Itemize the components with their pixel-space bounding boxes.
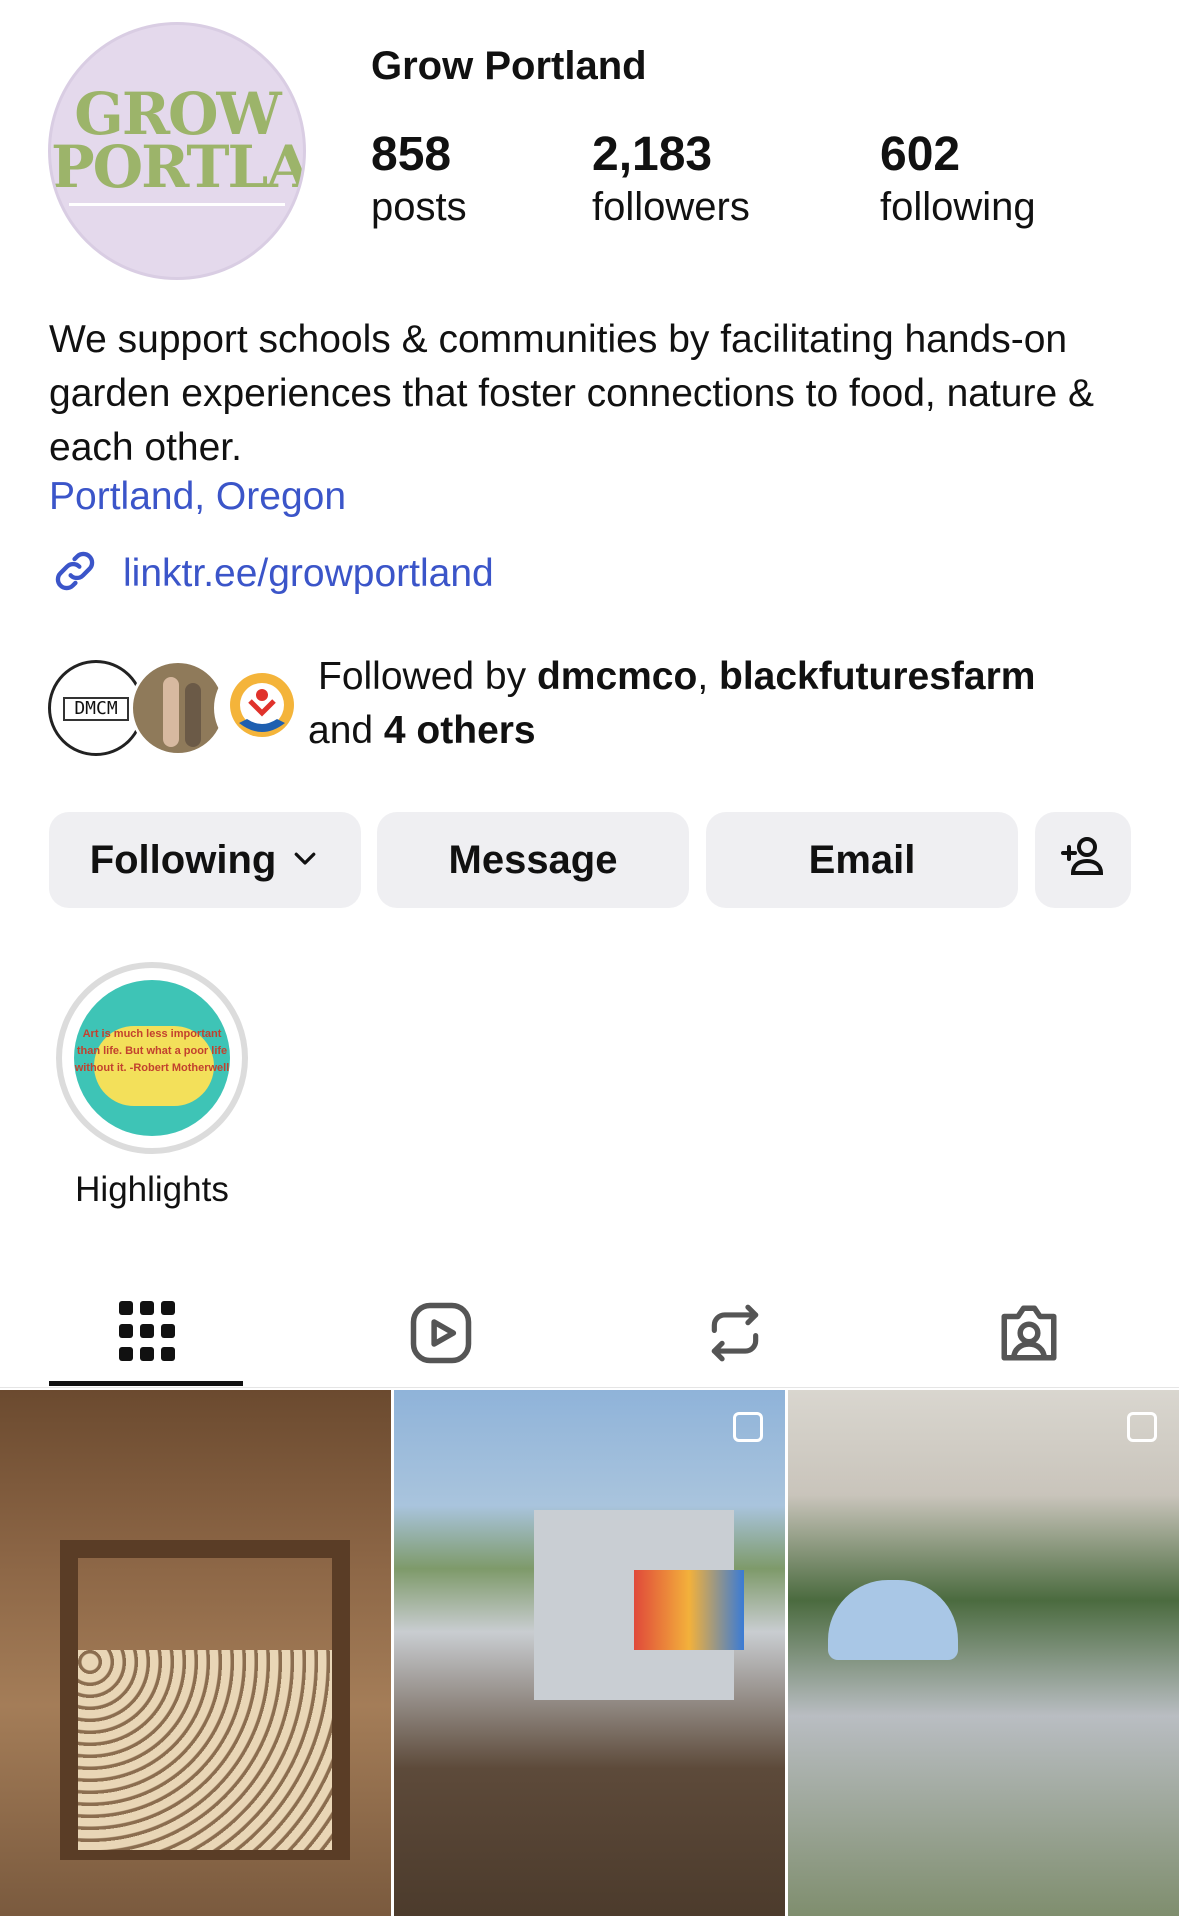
- highlight-cover-quote: Art is much less important than life. Bu…: [74, 1028, 230, 1074]
- add-person-icon: [1059, 831, 1107, 889]
- stat-followers-count: 2,183: [592, 128, 713, 181]
- reposts-icon: [704, 1302, 766, 1369]
- message-button[interactable]: Message: [377, 812, 689, 908]
- tabs-divider: [0, 1387, 1179, 1388]
- mutual-followers-avatars[interactable]: DMCM: [48, 660, 310, 760]
- chevron-down-icon: [290, 838, 320, 883]
- profile-bio: We support schools & communities by faci…: [49, 318, 1095, 469]
- stat-following-label: following: [880, 185, 1036, 229]
- email-button-label: Email: [808, 837, 916, 882]
- profile-link-text: linktr.ee/growportland: [123, 551, 494, 595]
- mutual-avatar-united-way: [214, 660, 310, 756]
- following-button[interactable]: Following: [49, 812, 361, 908]
- profile-avatar[interactable]: GROW PORTLAND: [48, 22, 306, 280]
- profile-name: Grow Portland: [371, 44, 647, 88]
- mutual-others: 4 others: [383, 709, 536, 752]
- followed-by-prefix: Followed by: [318, 655, 537, 698]
- mutual-avatar-blackfuturesfarm: [130, 660, 226, 756]
- mutual-user2: blackfuturesfarm: [719, 655, 1036, 698]
- carousel-icon: [733, 1412, 763, 1442]
- stat-posts-count: 858: [371, 128, 452, 181]
- stat-followers-label: followers: [592, 185, 750, 229]
- tab-tagged[interactable]: [882, 1280, 1176, 1390]
- posts-grid: [0, 1390, 1179, 1916]
- highlight-item[interactable]: Art is much less important than life. Bu…: [56, 962, 248, 1154]
- tab-reposts[interactable]: [588, 1280, 882, 1390]
- mutual-and-text: and: [308, 709, 384, 752]
- post-thumbnail[interactable]: [394, 1390, 785, 1916]
- mutual-separator: ,: [697, 655, 719, 698]
- mutual-followers-text[interactable]: Followed by dmcmco, blackfuturesfarm and…: [308, 650, 1158, 758]
- reels-icon: [408, 1300, 474, 1371]
- message-button-label: Message: [448, 837, 618, 882]
- profile-link[interactable]: linktr.ee/growportland: [49, 545, 494, 602]
- stat-following-count: 602: [880, 128, 961, 181]
- active-tab-indicator: [49, 1381, 243, 1386]
- link-icon: [49, 545, 101, 602]
- mutual-user1: dmcmco: [536, 655, 698, 698]
- stat-following[interactable]: 602 following: [880, 128, 1036, 232]
- post-thumbnail[interactable]: [0, 1390, 391, 1916]
- carousel-icon: [1127, 1412, 1157, 1442]
- stat-posts-label: posts: [371, 185, 467, 229]
- post-thumbnail[interactable]: [788, 1390, 1179, 1916]
- profile-location[interactable]: Portland, Oregon: [49, 475, 346, 519]
- stat-posts[interactable]: 858 posts: [371, 128, 467, 232]
- stat-followers[interactable]: 2,183 followers: [592, 128, 750, 232]
- following-button-label: Following: [89, 837, 277, 882]
- mutual-avatar-dmcm-text: DMCM: [63, 697, 129, 721]
- avatar-logo-underline: [69, 203, 285, 206]
- avatar-logo-line2: PORTLAND: [51, 133, 306, 201]
- tab-posts[interactable]: [0, 1280, 294, 1390]
- profile-tabs: [0, 1280, 1179, 1390]
- tagged-icon: [996, 1300, 1062, 1371]
- email-button[interactable]: Email: [706, 812, 1018, 908]
- highlight-cover: Art is much less important than life. Bu…: [74, 980, 230, 1136]
- suggest-people-button[interactable]: [1035, 812, 1131, 908]
- tab-reels[interactable]: [294, 1280, 588, 1390]
- highlight-label: Highlights: [75, 1170, 229, 1209]
- grid-icon: [118, 1298, 176, 1373]
